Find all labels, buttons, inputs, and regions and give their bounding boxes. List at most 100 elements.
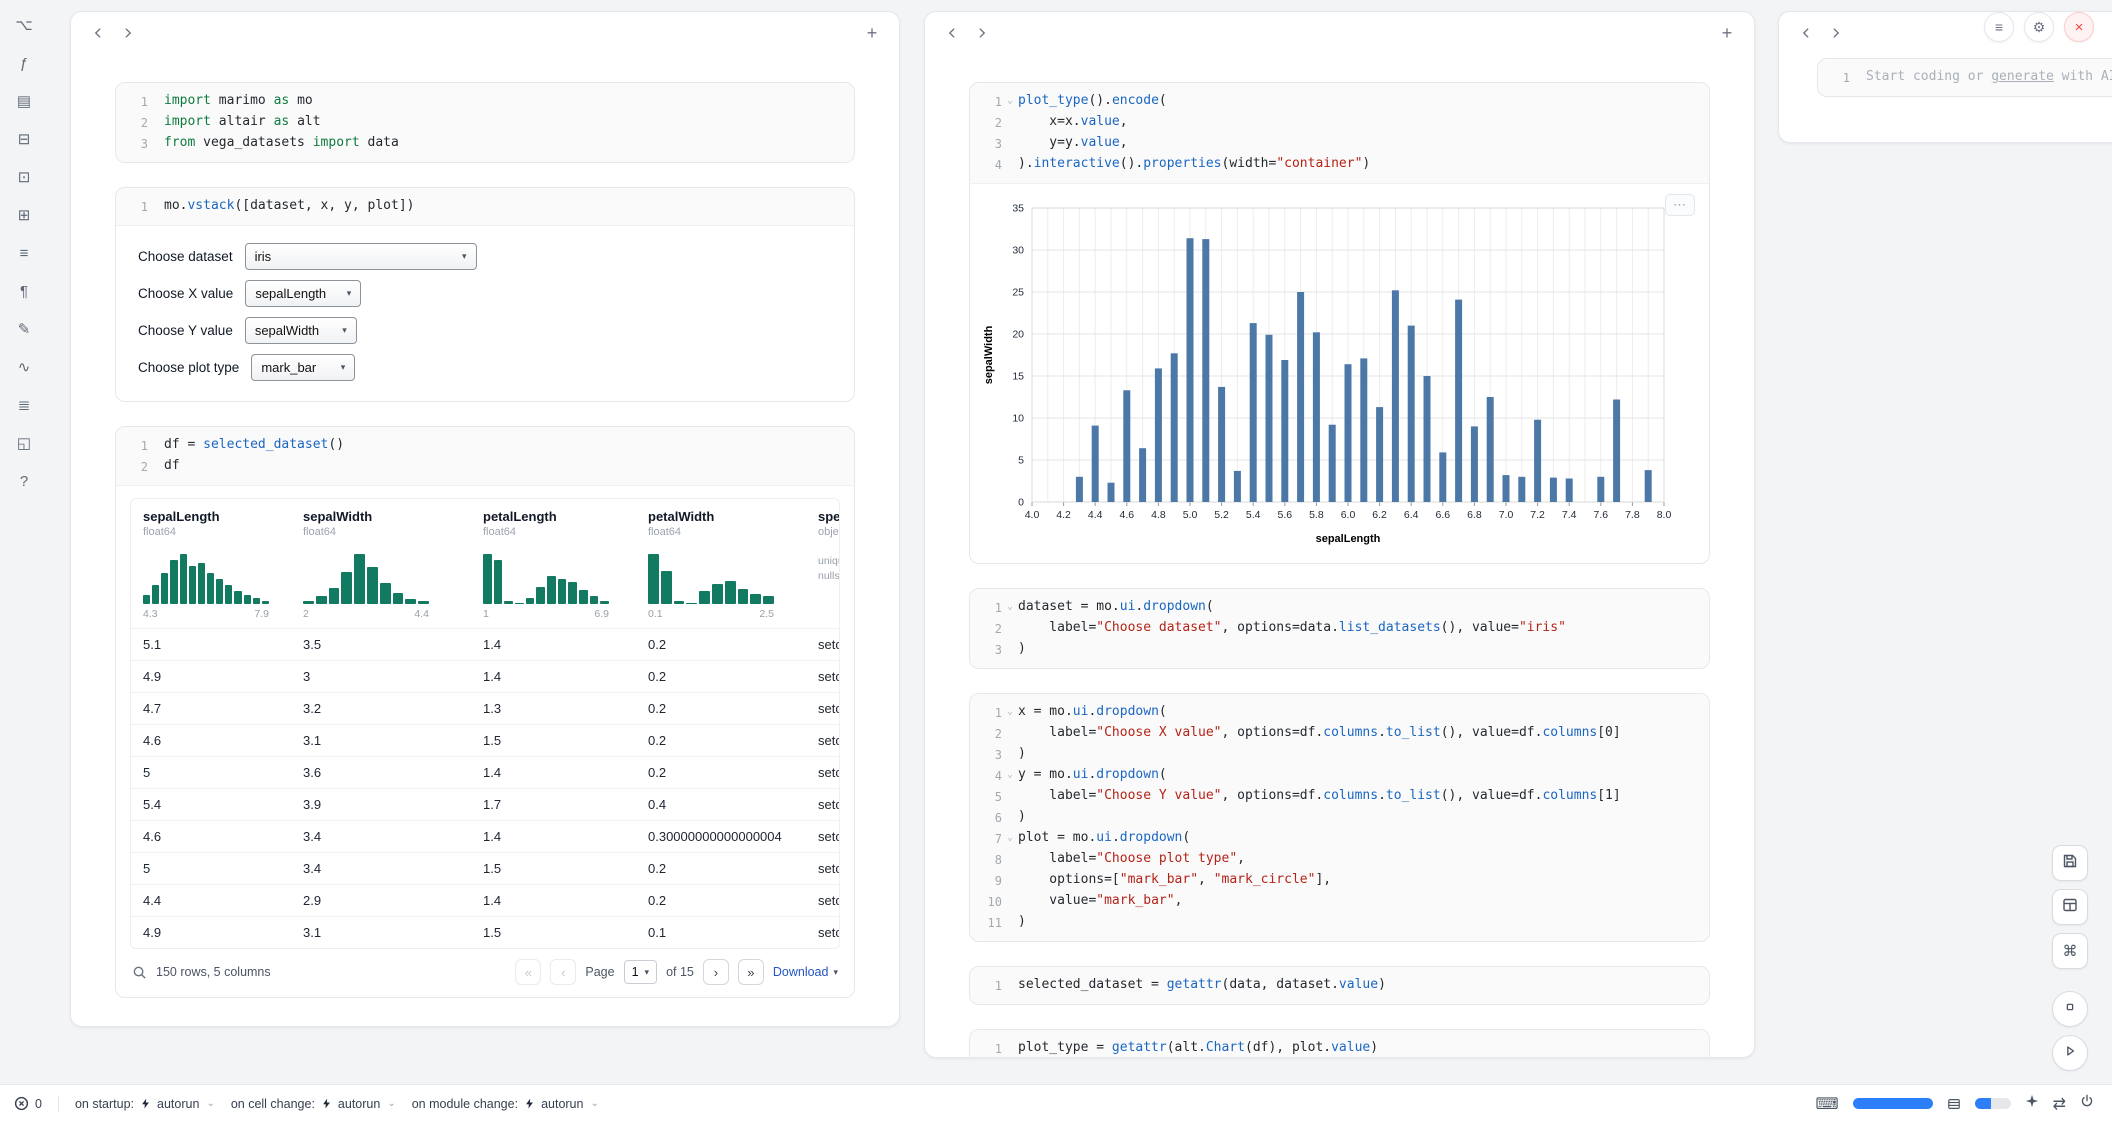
- table-cell: setosa: [806, 725, 840, 756]
- table-cell: 1.5: [471, 917, 636, 948]
- autorun-on-startup[interactable]: on startup: autorun ⌄: [75, 1097, 215, 1111]
- table-cell: 0.30000000000000004: [636, 821, 806, 852]
- chart-menu-button[interactable]: ⋯: [1665, 194, 1695, 216]
- chevron-right-icon[interactable]: [115, 20, 141, 46]
- snippets-icon[interactable]: ✎: [11, 316, 37, 342]
- command-icon: ⌘: [2063, 942, 2078, 960]
- chevron-left-icon[interactable]: [85, 20, 111, 46]
- shutdown-button[interactable]: ×: [2064, 12, 2094, 42]
- table-cell: 3.5: [291, 629, 471, 660]
- add-cell-button[interactable]: +: [1714, 20, 1740, 46]
- code-editor[interactable]: 1⌄x = mo.ui.dropdown(2 label="Choose X v…: [970, 694, 1709, 941]
- autorun-on-cell-change[interactable]: on cell change: autorun ⌄: [231, 1097, 396, 1111]
- chevron-down-icon: ⌄: [206, 1098, 214, 1109]
- column-header[interactable]: petalWidthfloat640.12.5: [636, 499, 806, 628]
- column-header[interactable]: sepalWidthfloat6424.4: [291, 499, 471, 628]
- packages-icon[interactable]: ⊡: [11, 164, 37, 190]
- line-number: 7: [970, 828, 1002, 849]
- code-editor[interactable]: 1 Start coding or generate with AI.: [1818, 59, 2112, 96]
- dependencies-icon[interactable]: ⊞: [11, 202, 37, 228]
- search-icon[interactable]: [132, 965, 147, 980]
- table-cell: 3.9: [291, 789, 471, 820]
- power-icon: [2080, 1094, 2094, 1113]
- app-view-button[interactable]: [2052, 889, 2088, 925]
- chevron-left-icon[interactable]: [939, 20, 965, 46]
- code-line: 9 options=["mark_bar", "mark_circle"],: [970, 870, 1703, 891]
- dataset-dropdown[interactable]: iris▾: [245, 243, 477, 270]
- table-row: 4.42.91.40.2setosa: [131, 884, 840, 916]
- error-indicator[interactable]: 0: [14, 1096, 42, 1111]
- fold-toggle[interactable]: ⌄: [1002, 702, 1018, 723]
- documentation-icon[interactable]: ¶: [11, 278, 37, 304]
- chevron-right-icon[interactable]: [1823, 20, 1849, 46]
- run-all-button[interactable]: [2052, 1035, 2088, 1071]
- power-button[interactable]: [2080, 1094, 2094, 1113]
- svg-text:sepalWidth: sepalWidth: [983, 325, 995, 384]
- column-header[interactable]: speciesobjectunique:nulls:: [806, 499, 840, 628]
- fold-toggle[interactable]: ⌄: [1002, 597, 1018, 618]
- fold-toggle[interactable]: ⌄: [1002, 91, 1018, 112]
- file-explorer-icon[interactable]: ⌥: [11, 12, 37, 38]
- help-icon[interactable]: ?: [11, 468, 37, 494]
- dropdown-row: Choose plot type mark_bar▾: [138, 353, 832, 381]
- code-editor[interactable]: 1⌄plot_type().encode(2 x=x.value,3 y=y.v…: [970, 83, 1709, 183]
- settings-button[interactable]: ⚙: [2024, 12, 2054, 42]
- code-editor[interactable]: 1plot_type = getattr(alt.Chart(df), plot…: [970, 1030, 1709, 1058]
- plot-type-dropdown[interactable]: mark_bar▾: [251, 354, 355, 381]
- download-button[interactable]: Download▾: [773, 965, 838, 979]
- next-page-button[interactable]: ›: [703, 959, 729, 985]
- code-editor[interactable]: 1df = selected_dataset()2df: [116, 427, 854, 485]
- ai-assistant-button[interactable]: [2025, 1094, 2039, 1113]
- column-header[interactable]: sepalLengthfloat644.37.9: [131, 499, 291, 628]
- x-value-dropdown[interactable]: sepalLength▾: [245, 280, 361, 307]
- table-row: 5.43.91.70.4setosa: [131, 788, 840, 820]
- table-cell: 3.6: [291, 757, 471, 788]
- autorun-on-module-change[interactable]: on module change: autorun ⌄: [412, 1097, 599, 1111]
- functions-icon[interactable]: ƒ: [11, 50, 37, 76]
- column-header[interactable]: petalLengthfloat6416.9: [471, 499, 636, 628]
- code-editor[interactable]: 1mo.vstack([dataset, x, y, plot]): [116, 188, 854, 225]
- tracing-icon[interactable]: ∿: [11, 354, 37, 380]
- code-editor[interactable]: 1import marimo as mo2import altair as al…: [116, 83, 854, 162]
- code-editor[interactable]: 1selected_dataset = getattr(data, datase…: [970, 967, 1709, 1004]
- stop-kernel-button[interactable]: [2052, 991, 2088, 1027]
- variables-icon[interactable]: ⊟: [11, 126, 37, 152]
- notebook-menu-button[interactable]: ≡: [1984, 12, 2014, 42]
- datasets-icon[interactable]: ▤: [11, 88, 37, 114]
- altair-chart[interactable]: 051015202530354.04.24.44.64.85.05.25.45.…: [980, 196, 1699, 553]
- code-editor[interactable]: 1⌄dataset = mo.ui.dropdown(2 label="Choo…: [970, 589, 1709, 668]
- cpu-usage-bar[interactable]: [1975, 1098, 2011, 1109]
- svg-text:6.4: 6.4: [1404, 509, 1419, 521]
- chevron-left-icon[interactable]: [1793, 20, 1819, 46]
- table-row: 5.13.51.40.2setosa: [131, 628, 840, 660]
- table-row: 4.931.40.2setosa: [131, 660, 840, 692]
- line-number: 1: [1818, 67, 1850, 88]
- code-line: 7⌄plot = mo.ui.dropdown(: [970, 828, 1703, 849]
- fold-toggle[interactable]: ⌄: [1002, 828, 1018, 849]
- prev-page-button[interactable]: ‹: [550, 959, 576, 985]
- line-number: 3: [970, 744, 1002, 765]
- command-palette-button[interactable]: ⌘: [2052, 933, 2088, 969]
- last-page-button[interactable]: »: [738, 959, 764, 985]
- chevron-right-icon[interactable]: [969, 20, 995, 46]
- memory-usage-bar[interactable]: [1853, 1098, 1933, 1109]
- add-cell-button[interactable]: +: [859, 20, 885, 46]
- svg-text:5: 5: [1018, 455, 1024, 467]
- page-select[interactable]: 1▾: [624, 960, 657, 984]
- y-value-dropdown[interactable]: sepalWidth▾: [245, 317, 357, 344]
- outline-icon[interactable]: ≡: [11, 240, 37, 266]
- code-line: 1⌄x = mo.ui.dropdown(: [970, 702, 1703, 723]
- save-button[interactable]: [2052, 845, 2088, 881]
- scratchpad-icon[interactable]: ◱: [11, 430, 37, 456]
- swap-button[interactable]: ⇄: [2053, 1094, 2066, 1114]
- svg-text:4.6: 4.6: [1119, 509, 1134, 521]
- generate-ai-link[interactable]: generate: [1991, 69, 2054, 84]
- keyboard-shortcuts-button[interactable]: ⌨: [1816, 1094, 1839, 1114]
- fold-toggle[interactable]: ⌄: [1002, 765, 1018, 786]
- code-line: 1⌄dataset = mo.ui.dropdown(: [970, 597, 1703, 618]
- dropdown-label: Choose dataset: [138, 249, 233, 264]
- first-page-button[interactable]: «: [515, 959, 541, 985]
- svg-text:4.8: 4.8: [1151, 509, 1166, 521]
- logs-icon[interactable]: ≣: [11, 392, 37, 418]
- chevron-down-icon: ▾: [645, 967, 650, 978]
